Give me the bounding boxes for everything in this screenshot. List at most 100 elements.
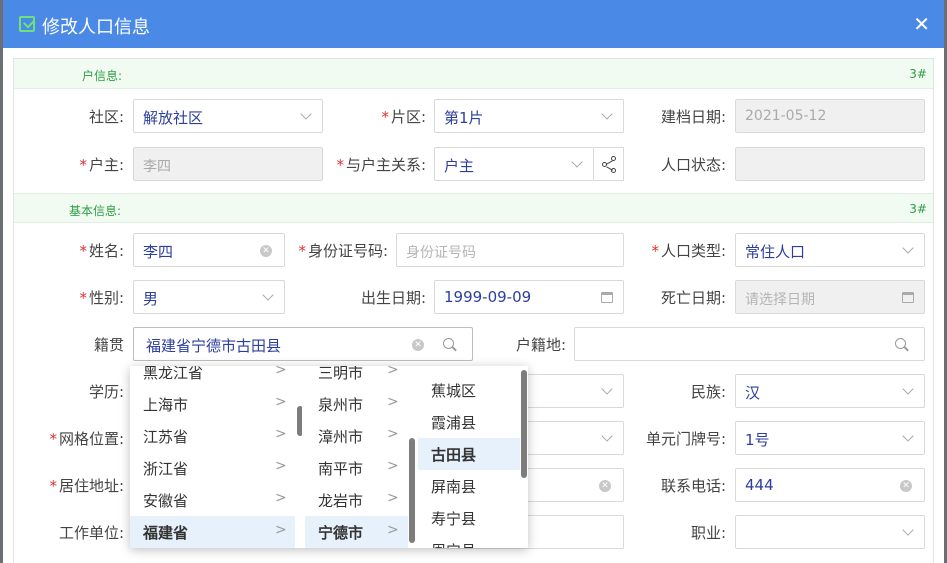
chevron-down-icon	[601, 108, 613, 120]
cascader-item-province[interactable]: 黑龙江省 >	[130, 366, 295, 388]
area-label: * 片区:	[381, 108, 426, 126]
cascader-item-province[interactable]: 上海市 >	[130, 388, 295, 420]
chevron-down-icon	[601, 383, 613, 395]
householder-field[interactable]: 李四	[133, 147, 323, 181]
share-button[interactable]	[594, 147, 624, 181]
status-field[interactable]	[735, 147, 925, 181]
name-label: * 姓名:	[79, 242, 124, 260]
clear-icon[interactable]: ✕	[412, 339, 424, 351]
clear-icon[interactable]: ✕	[260, 245, 272, 257]
idcard-input[interactable]: 身份证号码	[396, 233, 624, 267]
cascader-item-county[interactable]: 霞浦县	[418, 406, 520, 438]
gender-label: * 性别:	[79, 289, 124, 307]
householder-value: 李四	[143, 159, 171, 175]
education-label: 学历:	[88, 383, 124, 401]
calendar-icon	[601, 292, 613, 303]
address-label: * 居住地址:	[49, 477, 124, 495]
section-household-count: 3#	[909, 67, 927, 81]
cascader-item-county[interactable]: 寿宁县	[418, 502, 520, 534]
chevron-down-icon	[262, 289, 274, 301]
phone-label: 联系电话:	[660, 477, 726, 495]
section-basic-label: 基本信息:	[69, 204, 122, 218]
cascader-item-county[interactable]: 屏南县	[418, 470, 520, 502]
native-value: 福建省宁德市古田县	[146, 337, 282, 355]
search-icon[interactable]	[443, 338, 454, 349]
chevron-down-icon	[601, 430, 613, 442]
death-date-input[interactable]: 请选择日期	[735, 280, 925, 314]
pop-type-select[interactable]: 常住人口	[735, 233, 925, 267]
phone-input[interactable]: 444 ✕	[735, 468, 925, 502]
dialog-title: 修改人口信息	[42, 17, 150, 38]
chevron-down-icon	[902, 430, 914, 442]
ethnicity-select[interactable]: 汉	[735, 374, 925, 408]
chevron-down-icon	[902, 242, 914, 254]
section-basic: 基本信息: 3#	[14, 193, 933, 223]
status-label: 人口状态:	[660, 156, 726, 174]
city-column: 三明市 > 泉州市 > 漳州市 > 南平市 > 龙岩市 > 宁德市 >	[305, 366, 415, 548]
cascader-item-city[interactable]: 龙岩市 >	[305, 484, 408, 516]
chevron-down-icon	[902, 524, 914, 536]
death-placeholder: 请选择日期	[745, 292, 815, 308]
chevron-down-icon	[300, 108, 312, 120]
county-column: 蕉城区 霞浦县 古田县 屏南县 寿宁县 周宁县	[418, 366, 528, 548]
native-label: 籍贯	[93, 336, 124, 354]
city-scrollbar[interactable]	[409, 438, 415, 543]
idcard-placeholder: 身份证号码	[406, 245, 476, 261]
cascader-item-city[interactable]: 南平市 >	[305, 452, 408, 484]
job-select[interactable]	[735, 515, 925, 549]
hukou-input[interactable]	[574, 327, 925, 361]
unit-select[interactable]: 1号	[735, 421, 925, 455]
section-basic-count: 3#	[909, 202, 927, 216]
cascader-item-county-selected[interactable]: 古田县	[418, 438, 520, 470]
region-cascader-dropdown: 黑龙江省 > 上海市 > 江苏省 > 浙江省 > 安徽省 > 福建省 > 三明市 > 泉州市 >…	[130, 366, 528, 548]
job-label: 职业:	[690, 524, 726, 542]
cascader-item-city[interactable]: 漳州市 >	[305, 420, 408, 452]
cascader-item-county[interactable]: 周宁县	[418, 534, 520, 548]
chevron-down-icon	[902, 383, 914, 395]
birth-date-input[interactable]: 1999-09-09	[434, 280, 624, 314]
file-date-field[interactable]: 2021-05-12	[735, 99, 925, 133]
ethnicity-label: 民族:	[690, 383, 726, 401]
province-scrollbar[interactable]	[297, 406, 302, 436]
cascader-item-province[interactable]: 浙江省 >	[130, 452, 295, 484]
death-label: 死亡日期:	[660, 289, 726, 307]
householder-label: * 户主:	[79, 156, 124, 174]
area-value: 第1片	[444, 109, 484, 127]
community-select[interactable]: 解放社区	[133, 99, 323, 133]
section-household-label: 户信息:	[82, 69, 123, 83]
file-date-label: 建档日期:	[660, 108, 726, 126]
community-label: 社区:	[88, 108, 124, 126]
work-label: 工作单位:	[58, 524, 124, 542]
search-icon[interactable]	[895, 338, 906, 349]
cascader-item-city-selected[interactable]: 宁德市 >	[305, 516, 408, 548]
cascader-item-city[interactable]: 泉州市 >	[305, 388, 408, 420]
native-place-input[interactable]: 福建省宁德市古田县 ✕	[133, 327, 473, 361]
province-column: 黑龙江省 > 上海市 > 江苏省 > 浙江省 > 安徽省 > 福建省 >	[130, 366, 302, 548]
community-value: 解放社区	[143, 109, 204, 127]
gender-select[interactable]: 男	[133, 280, 285, 314]
calendar-icon	[902, 292, 914, 303]
cascader-item-city[interactable]: 三明市 >	[305, 366, 408, 388]
clear-icon[interactable]: ✕	[599, 480, 611, 492]
county-scrollbar[interactable]	[521, 370, 527, 478]
cascader-item-province-selected[interactable]: 福建省 >	[130, 516, 295, 548]
hukou-label: 户籍地:	[515, 336, 566, 354]
ethnicity-value: 汉	[745, 384, 761, 402]
file-date-value: 2021-05-12	[745, 108, 827, 124]
unit-label: 单元门牌号:	[645, 430, 726, 448]
section-household: 户信息: 3#	[14, 59, 933, 89]
cascader-item-province[interactable]: 江苏省 >	[130, 420, 295, 452]
gender-value: 男	[143, 290, 159, 308]
close-icon[interactable]: ✕	[913, 12, 930, 36]
area-select[interactable]: 第1片	[434, 99, 624, 133]
chevron-down-icon	[571, 156, 583, 168]
relation-select[interactable]: 户主	[434, 147, 594, 181]
cascader-item-county[interactable]: 蕉城区	[418, 374, 520, 406]
phone-value: 444	[745, 476, 774, 494]
birth-value: 1999-09-09	[444, 288, 532, 306]
name-input[interactable]: 李四 ✕	[133, 233, 285, 267]
clear-icon[interactable]: ✕	[900, 480, 912, 492]
relation-label: * 与户主关系:	[336, 156, 426, 174]
cascader-item-province[interactable]: 安徽省 >	[130, 484, 295, 516]
unit-value: 1号	[745, 431, 770, 449]
